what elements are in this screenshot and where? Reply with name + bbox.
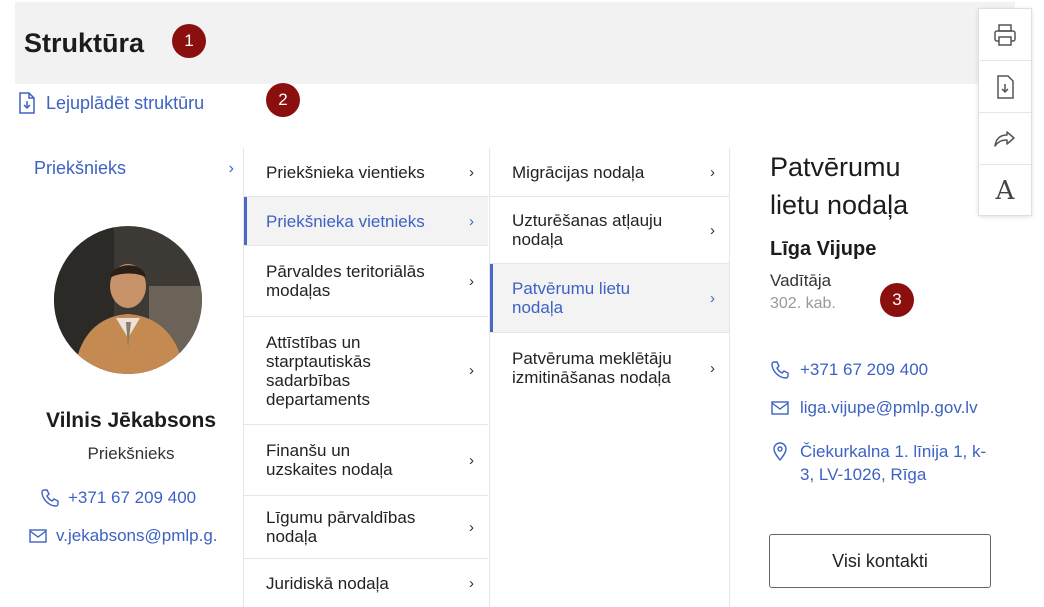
file-download-icon [997, 74, 1014, 99]
chevron-right-icon: › [469, 212, 474, 230]
print-button[interactable] [979, 9, 1031, 61]
manager-phone-link[interactable]: +371 67 209 400 [770, 358, 928, 381]
step-badge-2: 2 [266, 83, 300, 117]
chevron-right-icon: › [469, 272, 474, 290]
chevron-right-icon: › [469, 362, 474, 379]
download-pdf-button[interactable] [979, 61, 1031, 113]
manager-role: Vadītāja [770, 271, 832, 290]
person-phone-link[interactable]: +371 67 209 400 [40, 488, 196, 508]
department-title: Patvērumu lietu nodaļa [770, 152, 909, 220]
menu-item-label: Priekšnieka vientieks [266, 162, 425, 182]
download-structure-link[interactable]: Lejuplādēt struktūru [18, 92, 204, 114]
phone-icon [771, 361, 789, 379]
department-column: Migrācijas nodaļa › Uzturēšanas atļauju … [489, 148, 730, 607]
manager-room: 302. kab. [770, 295, 836, 312]
menu-item-label: Finanšu un uzskaites nodaļa [266, 441, 393, 479]
printer-icon [994, 23, 1016, 46]
person-role: Priekšnieks [87, 444, 175, 463]
menu-item-label: Priekšnieka vietnieks [266, 211, 425, 231]
head-menu-item[interactable]: Priekšnieks › [20, 148, 242, 179]
menu-item-label: Attīstības un starptautiskās sadarbības … [266, 332, 371, 409]
person-name: Vilnis Jēkabsons [45, 409, 217, 432]
menu-item[interactable]: Līgumu pārvaldības nodaļa › [244, 496, 488, 559]
person-email-link[interactable]: v.jekabsons@pmlp.g. [28, 526, 218, 546]
menu-item[interactable]: Pārvaldes teritoriālās modaļas › [244, 246, 488, 317]
menu-item[interactable]: Uzturēšanas atļauju nodaļa › [490, 197, 729, 264]
address-text: Čiekurkalna 1. līnija 1, k-3, LV-1026, R… [800, 442, 987, 484]
manager-email: liga.vijupe@pmlp.gov.lv [800, 398, 978, 417]
download-structure-label: Lejuplādēt struktūru [46, 92, 205, 113]
manager-name: Līga Vijupe [770, 238, 877, 260]
chevron-right-icon: › [710, 359, 715, 377]
person-email: v.jekabsons@pmlp.g. [56, 526, 218, 545]
manager-email-link[interactable]: liga.vijupe@pmlp.gov.lv [770, 396, 978, 419]
menu-item-active[interactable]: Patvērumu lietu nodaļa › [490, 264, 729, 333]
menu-item[interactable]: Priekšnieka vientieks › [244, 148, 488, 197]
mail-icon [771, 401, 789, 415]
chevron-right-icon: › [710, 221, 715, 239]
menu-item-label: Juridiskā nodaļa [266, 573, 389, 593]
menu-item-label: Patvērumu lietu nodaļa [512, 279, 631, 317]
deputy-column: Priekšnieka vientieks › Priekšnieka viet… [243, 148, 488, 607]
menu-item-label: Migrācijas nodaļa [512, 162, 645, 182]
chevron-right-icon: › [469, 574, 474, 592]
chevron-right-icon: › [469, 451, 474, 469]
person-phone: +371 67 209 400 [68, 488, 197, 507]
manager-phone: +371 67 209 400 [800, 360, 929, 379]
chevron-right-icon: › [469, 163, 474, 181]
menu-item[interactable]: Attīstības un starptautiskās sadarbības … [244, 317, 488, 425]
menu-item[interactable]: Juridiskā nodaļa › [244, 559, 488, 607]
mail-icon [29, 529, 47, 543]
menu-item[interactable]: Patvēruma meklētāju izmitināšanas nodaļa… [490, 333, 729, 403]
menu-item-label: Patvēruma meklētāju izmitināšanas nodaļa [512, 349, 672, 387]
header-band [15, 2, 1015, 84]
menu-item[interactable]: Finanšu un uzskaites nodaļa › [244, 425, 488, 496]
all-contacts-button[interactable]: Visi kontakti [769, 534, 991, 588]
address-link[interactable]: Čiekurkalna 1. līnija 1, k-3, LV-1026, R… [770, 440, 1010, 486]
head-menu-label: Priekšnieks [34, 158, 127, 178]
chevron-right-icon: › [710, 163, 715, 181]
menu-item[interactable]: Migrācijas nodaļa › [490, 148, 729, 197]
head-column: Priekšnieks › Vilnis Jēkabsons Priekšnie… [20, 148, 242, 607]
department-detail: Patvērumu lietu nodaļa Līga Vijupe Vadīt… [770, 148, 1020, 484]
avatar [54, 226, 202, 374]
location-pin-icon [773, 442, 787, 462]
menu-item-label: Līgumu pārvaldības nodaļa [266, 508, 416, 546]
chevron-right-icon: › [228, 159, 234, 177]
menu-item-label: Pārvaldes teritoriālās modaļas [266, 262, 425, 300]
menu-item-label: Uzturēšanas atļauju nodaļa [512, 211, 663, 249]
step-badge-1: 1 [172, 24, 206, 58]
chevron-right-icon: › [469, 518, 474, 536]
phone-icon [41, 489, 59, 507]
chevron-right-icon: › [710, 289, 715, 307]
page-title: Struktūra [24, 28, 145, 58]
file-download-icon [19, 92, 35, 114]
menu-item-active[interactable]: Priekšnieka vietnieks › [244, 197, 488, 246]
